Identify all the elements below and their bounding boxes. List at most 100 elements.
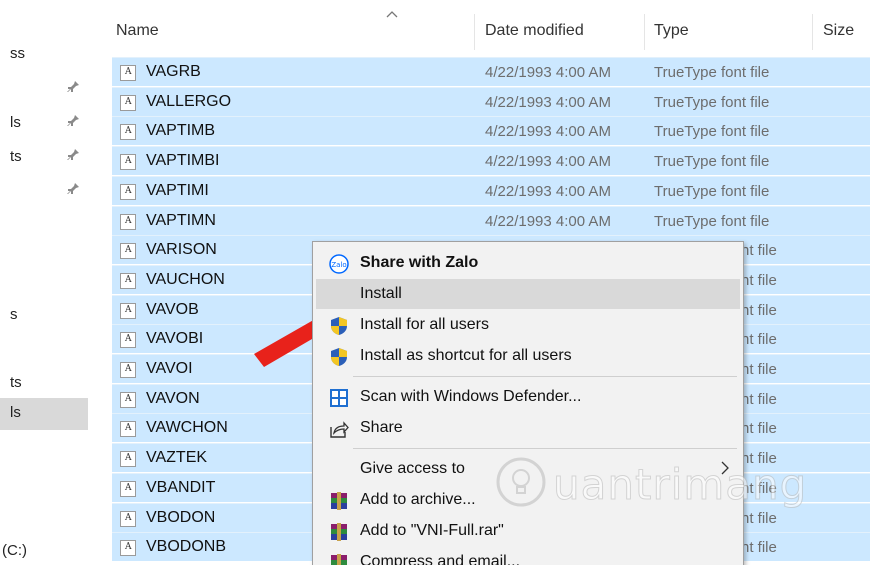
nav-item-label: ls: [10, 404, 21, 421]
file-name: VAVON: [146, 389, 200, 407]
file-date: 4/22/1993 4:00 AM: [485, 153, 611, 171]
font-file-icon: [120, 65, 136, 81]
nav-item-label: ts: [10, 148, 22, 165]
font-file-icon: [120, 332, 136, 349]
font-file-icon: [120, 272, 136, 289]
file-name: VBODON: [146, 508, 216, 526]
font-file-icon: [120, 451, 136, 468]
nav-item-5[interactable]: s: [0, 300, 88, 330]
font-file-icon: [120, 94, 136, 111]
nav-item-7[interactable]: ls: [0, 398, 88, 430]
file-type: nt file: [741, 301, 777, 319]
font-file-icon: [120, 183, 136, 200]
file-date: 4/22/1993 4:00 AM: [485, 64, 611, 81]
nav-item-6[interactable]: ts: [0, 368, 88, 398]
file-type: nt file: [741, 420, 777, 438]
lightbulb-logo-icon: [496, 457, 546, 507]
font-file-icon: [120, 154, 136, 171]
nav-item-label: ts: [10, 374, 22, 391]
pin-icon[interactable]: [66, 80, 80, 94]
menu-item-label: Scan with Windows Defender...: [360, 388, 582, 405]
menu-item-add-rar[interactable]: Add to "VNI-Full.rar": [316, 516, 740, 546]
file-name: VAGRB: [146, 63, 201, 80]
nav-item-2[interactable]: ls: [0, 108, 88, 138]
file-row[interactable]: VAPTIMN 4/22/1993 4:00 AM TrueType font fi…: [112, 205, 870, 235]
file-type: nt file: [741, 271, 777, 289]
column-type[interactable]: Type: [654, 22, 689, 40]
svg-text:Zalo: Zalo: [331, 261, 346, 269]
column-divider[interactable]: [474, 14, 475, 50]
menu-item-label: Add to archive...: [360, 491, 476, 508]
file-type: TrueType font file: [654, 153, 770, 171]
file-row[interactable]: VAPTIMI 4/22/1993 4:00 AM TrueType font fi…: [112, 175, 870, 205]
navigation-pane: ss ls ts s ts ls (C:): [0, 0, 98, 565]
menu-item-label: Compress and email...: [360, 553, 521, 565]
file-name: VBODONB: [146, 538, 227, 556]
menu-item-label: Install as shortcut for all users: [360, 347, 572, 364]
column-divider[interactable]: [812, 14, 813, 50]
font-file-icon: [120, 302, 136, 319]
nav-item-label: (C:): [2, 542, 27, 559]
file-type: nt file: [741, 390, 777, 408]
share-icon: [330, 421, 349, 438]
font-file-icon: [120, 421, 136, 438]
file-name: VALLERGO: [146, 92, 232, 110]
watermark-text: uantrimang: [552, 460, 808, 510]
nav-item-0[interactable]: ss: [0, 39, 88, 69]
file-date: 4/22/1993 4:00 AM: [485, 182, 611, 200]
file-type: TrueType font file: [654, 93, 770, 111]
file-name: VAVOI: [146, 360, 193, 377]
menu-item-label: Share: [360, 419, 403, 436]
file-type: TrueType font file: [654, 212, 770, 230]
menu-item-install[interactable]: Install: [316, 279, 740, 309]
pin-icon[interactable]: [66, 114, 80, 128]
nav-item-drive-c[interactable]: (C:): [0, 536, 88, 565]
file-date: 4/22/1993 4:00 AM: [485, 212, 611, 230]
file-type: nt file: [741, 331, 777, 349]
menu-item-share[interactable]: Share: [316, 413, 740, 443]
winrar-icon: [331, 554, 347, 565]
menu-item-install-shortcut[interactable]: Install as shortcut for all users: [316, 341, 740, 371]
uac-shield-icon: [331, 348, 347, 366]
menu-item-scan-defender[interactable]: Scan with Windows Defender...: [316, 382, 740, 412]
file-name: VAVOB: [146, 300, 199, 318]
file-type: TrueType font file: [654, 182, 770, 200]
nav-item-4[interactable]: [0, 176, 88, 206]
menu-item-share-zalo[interactable]: Zalo Share with Zalo: [316, 248, 740, 278]
column-date-modified[interactable]: Date modified: [485, 22, 584, 40]
file-type: nt file: [741, 539, 777, 557]
font-file-icon: [120, 362, 136, 378]
winrar-icon: [331, 492, 347, 510]
file-name: VAPTIMI: [146, 181, 209, 199]
file-date: 4/22/1993 4:00 AM: [485, 123, 611, 141]
menu-item-label: Share with Zalo: [360, 254, 479, 271]
winrar-icon: [331, 523, 347, 541]
nav-item-1[interactable]: [0, 74, 88, 104]
menu-item-install-all-users[interactable]: Install for all users: [316, 310, 740, 340]
file-row[interactable]: VAGRB 4/22/1993 4:00 AM TrueType font file: [112, 57, 870, 86]
file-row[interactable]: VALLERGO 4/22/1993 4:00 AM TrueType font f…: [112, 86, 870, 116]
file-row[interactable]: VAPTIMBI 4/22/1993 4:00 AM TrueType font f…: [112, 146, 870, 176]
column-size[interactable]: Size: [823, 22, 854, 40]
font-file-icon: [120, 510, 136, 527]
pin-icon[interactable]: [66, 148, 80, 162]
font-file-icon: [120, 243, 136, 260]
nav-item-3[interactable]: ts: [0, 142, 88, 172]
file-row[interactable]: VAPTIMB 4/22/1993 4:00 AM TrueType font fi…: [112, 116, 870, 146]
column-header: Name Date modified Type Size: [98, 0, 870, 56]
font-file-icon: [120, 213, 136, 230]
file-name: VAPTIMB: [146, 122, 216, 140]
uac-shield-icon: [331, 317, 347, 335]
file-type: nt file: [741, 242, 777, 260]
font-file-icon: [120, 391, 136, 408]
column-divider[interactable]: [644, 14, 645, 50]
file-name: VAVOBI: [146, 330, 204, 348]
nav-item-label: ss: [10, 45, 25, 62]
watermark: uantrimang: [495, 450, 815, 520]
menu-item-compress-email[interactable]: Compress and email...: [316, 547, 740, 565]
column-name[interactable]: Name: [116, 22, 159, 40]
menu-item-label: Install for all users: [360, 316, 489, 333]
file-name: VAPTIMBI: [146, 152, 220, 170]
windows-defender-icon: [330, 389, 348, 407]
pin-icon[interactable]: [66, 182, 80, 196]
